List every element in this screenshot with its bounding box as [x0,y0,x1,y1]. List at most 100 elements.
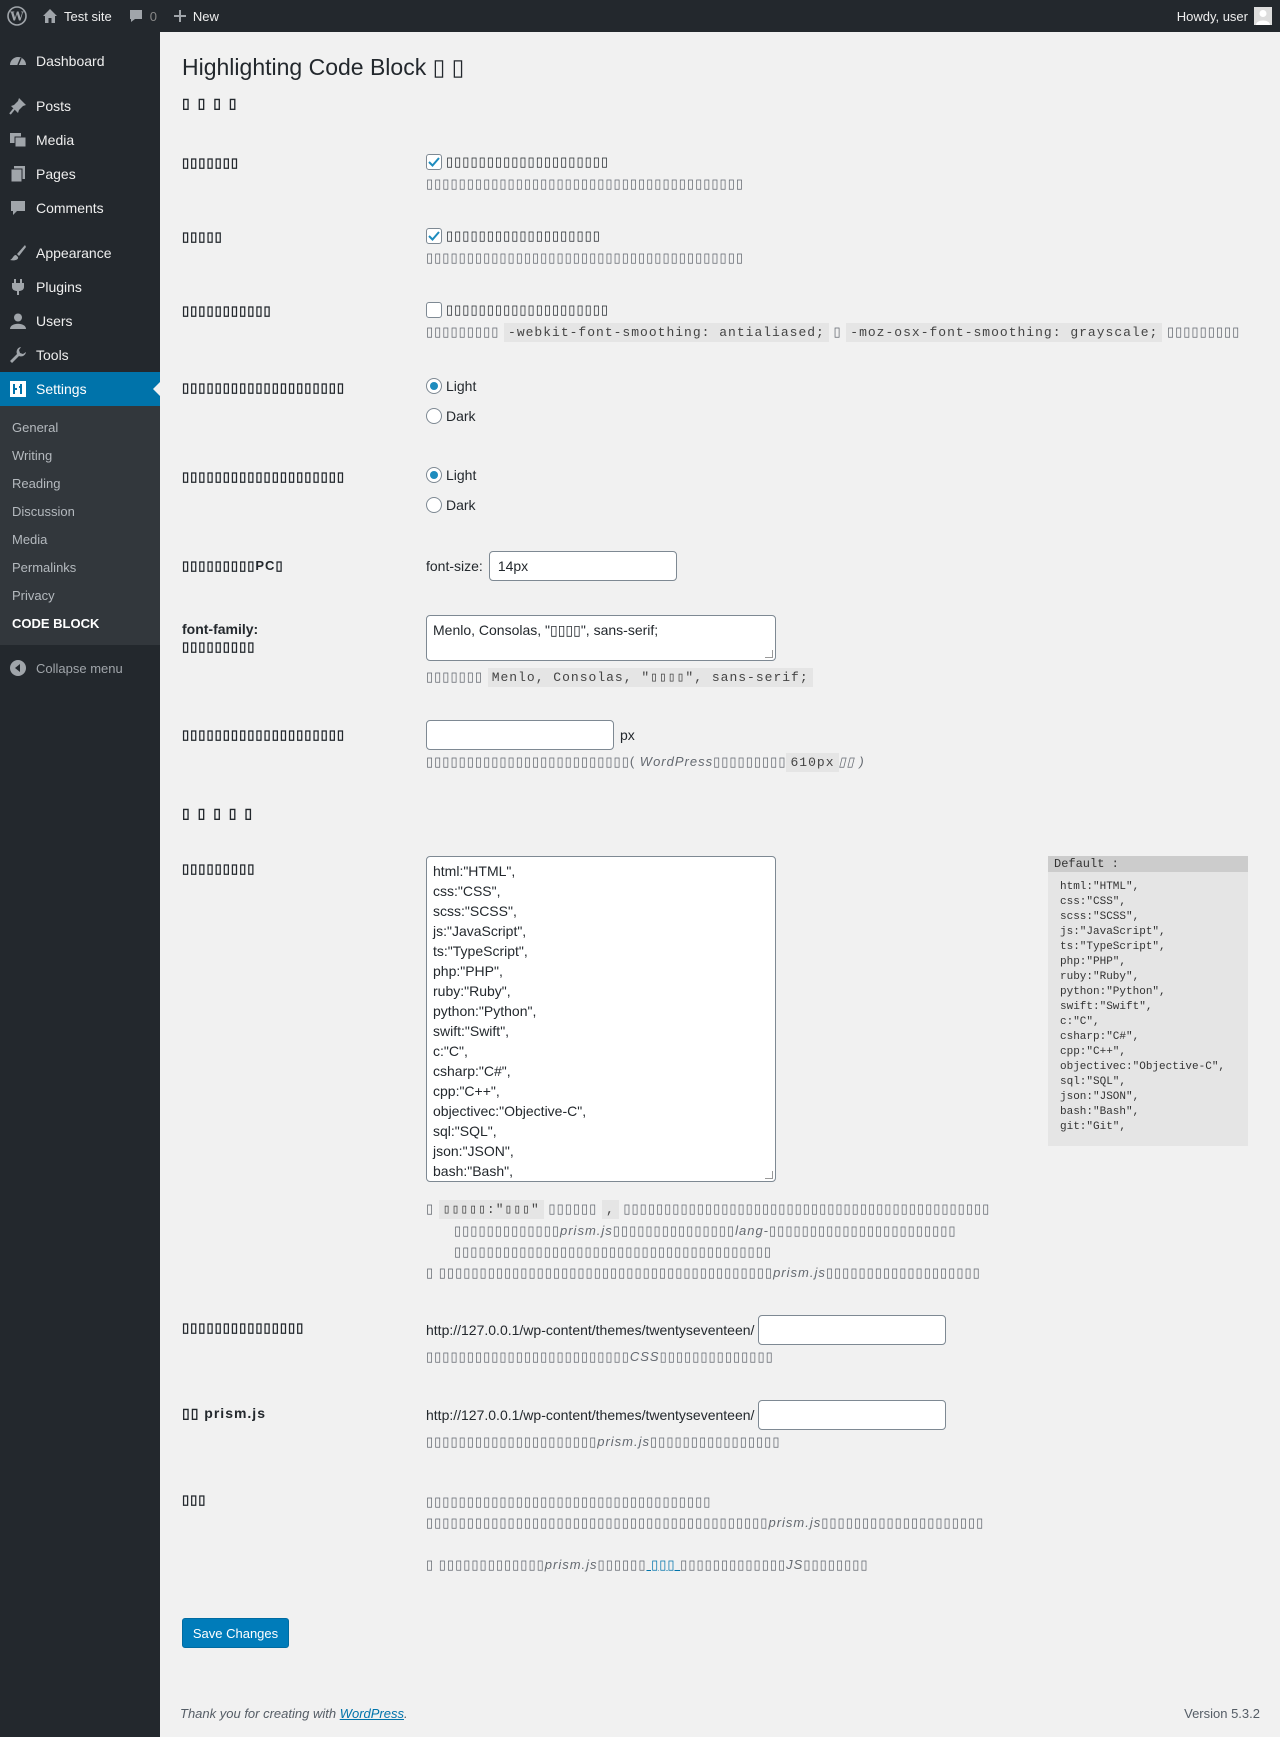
submenu-writing[interactable]: Writing [0,441,160,469]
radio-unselected[interactable] [426,497,442,513]
default-language-line: scss:"SCSS", [1060,911,1140,923]
sidebar-item-pages[interactable]: Pages [0,157,160,191]
sidebar-label: Users [36,313,73,329]
language-line: ruby:"Ruby", [433,983,511,999]
font-size-input[interactable]: 14px [488,551,677,581]
resize-handle[interactable] [765,650,773,658]
checkbox-label: ▯▯▯▯▯▯▯▯▯▯▯▯▯▯▯▯▯▯▯▯ [446,302,610,317]
sidebar-item-settings[interactable]: Settings [0,372,160,406]
setting-description: ▯▯▯▯▯▯▯ Menlo, Consolas, "▯▯▯▯", sans-se… [426,668,1246,687]
note-text: ▯ ▯▯▯▯▯▯▯▯▯▯▯▯▯ [426,1557,545,1572]
radio-selected[interactable] [426,378,442,394]
setting-label: ▯▯▯▯▯ [182,229,223,244]
checkbox-checked[interactable] [426,154,442,170]
sidebar-item-users[interactable]: Users [0,304,160,338]
dashboard-icon [8,51,28,71]
url-prefix: http://127.0.0.1/wp-content/themes/twent… [426,1322,755,1338]
submenu-general[interactable]: General [0,413,160,441]
setting-label: ▯▯▯▯▯▯▯▯▯PC▯ [182,558,284,573]
setting-label-line1: font-family: [182,621,259,637]
plus-icon [173,9,187,23]
notes-line-3: ▯ ▯▯▯▯▯▯▯▯▯▯▯▯▯prism.js▯▯▯▯▯▯ ▯▯▯ ▯▯▯▯▯▯… [426,1554,1246,1575]
default-language-line: css:"CSS", [1060,896,1127,908]
pin-icon [8,96,28,116]
home-icon [42,8,58,24]
sidebar-label: Comments [36,200,104,216]
radio-selected[interactable] [426,467,442,483]
site-name-link[interactable]: Test site [34,0,120,32]
comments-link[interactable]: 0 [120,0,165,32]
radio-option-dark[interactable]: Dark [426,406,1246,426]
footer-text: Thank you for creating with [180,1706,340,1721]
setting-label: ▯▯▯▯▯▯▯▯▯▯▯▯▯▯▯▯▯▯▯▯ [182,727,346,742]
checkbox-field[interactable]: ▯▯▯▯▯▯▯▯▯▯▯▯▯▯▯▯▯▯▯▯ [426,152,1246,172]
notes-link[interactable]: ▯▯▯ [646,1557,680,1572]
sidebar-label: Appearance [36,245,112,261]
setting-description: ▯▯▯▯▯▯▯▯▯▯▯▯▯▯▯▯▯▯▯▯▯▯▯▯▯▯▯▯▯▯▯▯▯▯▯▯▯▯▯ [426,250,744,265]
radio-option-dark[interactable]: Dark [426,495,1246,515]
sidebar-item-plugins[interactable]: Plugins [0,270,160,304]
custom-prism-input[interactable] [758,1400,947,1430]
setting-label: ▯▯▯▯▯▯▯▯▯▯▯▯▯▯▯▯▯▯▯▯ [182,469,346,484]
submenu-media[interactable]: Media [0,525,160,553]
note-italic: lang- [735,1223,770,1238]
setting-row-font-size: ▯▯▯▯▯▯▯▯▯PC▯ font-size: 14px [182,551,1262,587]
default-language-line: objectivec:"Objective-C", [1060,1061,1226,1073]
sidebar-item-dashboard[interactable]: Dashboard [0,44,160,78]
max-width-input[interactable] [426,720,614,750]
default-language-line: js:"JavaScript", [1060,926,1166,938]
footer: Thank you for creating with WordPress. V… [180,1706,1260,1721]
desc-text: ▯▯▯▯▯▯▯▯▯▯▯▯▯▯▯▯▯▯▯▯▯▯▯▯▯( [426,754,640,769]
font-family-textarea[interactable]: Menlo, Consolas, "▯▯▯▯", sans-serif; [426,615,776,661]
main-content: Highlighting Code Block ▯ ▯ ▯ ▯ ▯ ▯ ▯▯▯▯… [182,32,1262,1682]
plugin-icon [8,277,28,297]
howdy-text: Howdy, user [1176,8,1248,24]
unit-label: px [620,727,635,743]
languages-textarea[interactable]: html:"HTML", css:"CSS", scss:"SCSS", js:"Ja… [426,856,776,1182]
language-line: json:"JSON", [433,1143,514,1159]
section-title-advanced: ▯ ▯ ▯ ▯ ▯ [182,805,255,821]
comment-bubble-icon [128,8,144,24]
checkbox-field[interactable]: ▯▯▯▯▯▯▯▯▯▯▯▯▯▯▯▯▯▯▯▯ [426,300,1246,320]
submenu-discussion[interactable]: Discussion [0,497,160,525]
sidebar-item-posts[interactable]: Posts [0,89,160,123]
sidebar-item-comments[interactable]: Comments [0,191,160,225]
radio-label: Dark [446,408,476,424]
submenu-code-block[interactable]: CODE BLOCK [0,609,160,637]
collapse-menu-button[interactable]: Collapse menu [0,651,160,685]
radio-label: Dark [446,497,476,513]
setting-description: ▯▯▯▯▯▯▯▯▯▯▯▯▯▯▯▯▯▯▯▯▯▯▯▯▯▯▯▯▯▯▯▯▯▯▯▯▯▯▯ [426,176,744,191]
new-content-link[interactable]: New [165,0,227,32]
save-changes-button[interactable]: Save Changes [182,1618,289,1648]
radio-option-light[interactable]: Light [426,376,1246,396]
setting-row-custom-prism: ▯▯ prism.js http://127.0.0.1/wp-content/… [182,1400,1262,1460]
default-language-line: swift:"Swift", [1060,1001,1153,1013]
language-line: html:"HTML", [433,863,516,879]
note-code: , [601,1200,619,1219]
sidebar-item-appearance[interactable]: Appearance [0,236,160,270]
checkbox-unchecked[interactable] [426,302,442,318]
checkbox-field[interactable]: ▯▯▯▯▯▯▯▯▯▯▯▯▯▯▯▯▯▯▯ [426,226,1246,246]
sidebar-item-media[interactable]: Media [0,123,160,157]
account-menu[interactable]: Howdy, user [1169,0,1280,32]
wordpress-logo-icon[interactable]: W [0,0,34,32]
radio-option-light[interactable]: Light [426,465,1246,485]
setting-row-5: ▯▯▯▯▯▯▯▯▯▯▯▯▯▯▯▯▯▯▯▯ Light Dark [182,465,1262,535]
note-text: ▯▯▯▯▯▯▯▯▯▯▯▯▯▯▯ [612,1223,736,1238]
comments-count: 0 [149,8,157,24]
submenu-privacy[interactable]: Privacy [0,581,160,609]
submenu-permalinks[interactable]: Permalinks [0,553,160,581]
language-line: css:"CSS", [433,883,501,899]
desc-italic: prism.js [597,1434,651,1449]
radio-unselected[interactable] [426,408,442,424]
submenu-reading[interactable]: Reading [0,469,160,497]
checkbox-checked[interactable] [426,228,442,244]
resize-handle[interactable] [765,1171,773,1179]
custom-css-input[interactable] [758,1315,947,1345]
wordpress-link[interactable]: WordPress [340,1706,404,1721]
url-prefix: http://127.0.0.1/wp-content/themes/twent… [426,1407,755,1423]
setting-label: ▯▯▯ [182,1492,207,1507]
sidebar-item-tools[interactable]: Tools [0,338,160,372]
setting-row-languages: ▯▯▯▯▯▯▯▯▯ html:"HTML", css:"CSS", scss:"SC… [182,856,1262,1316]
default-language-line: ruby:"Ruby", [1060,971,1140,983]
